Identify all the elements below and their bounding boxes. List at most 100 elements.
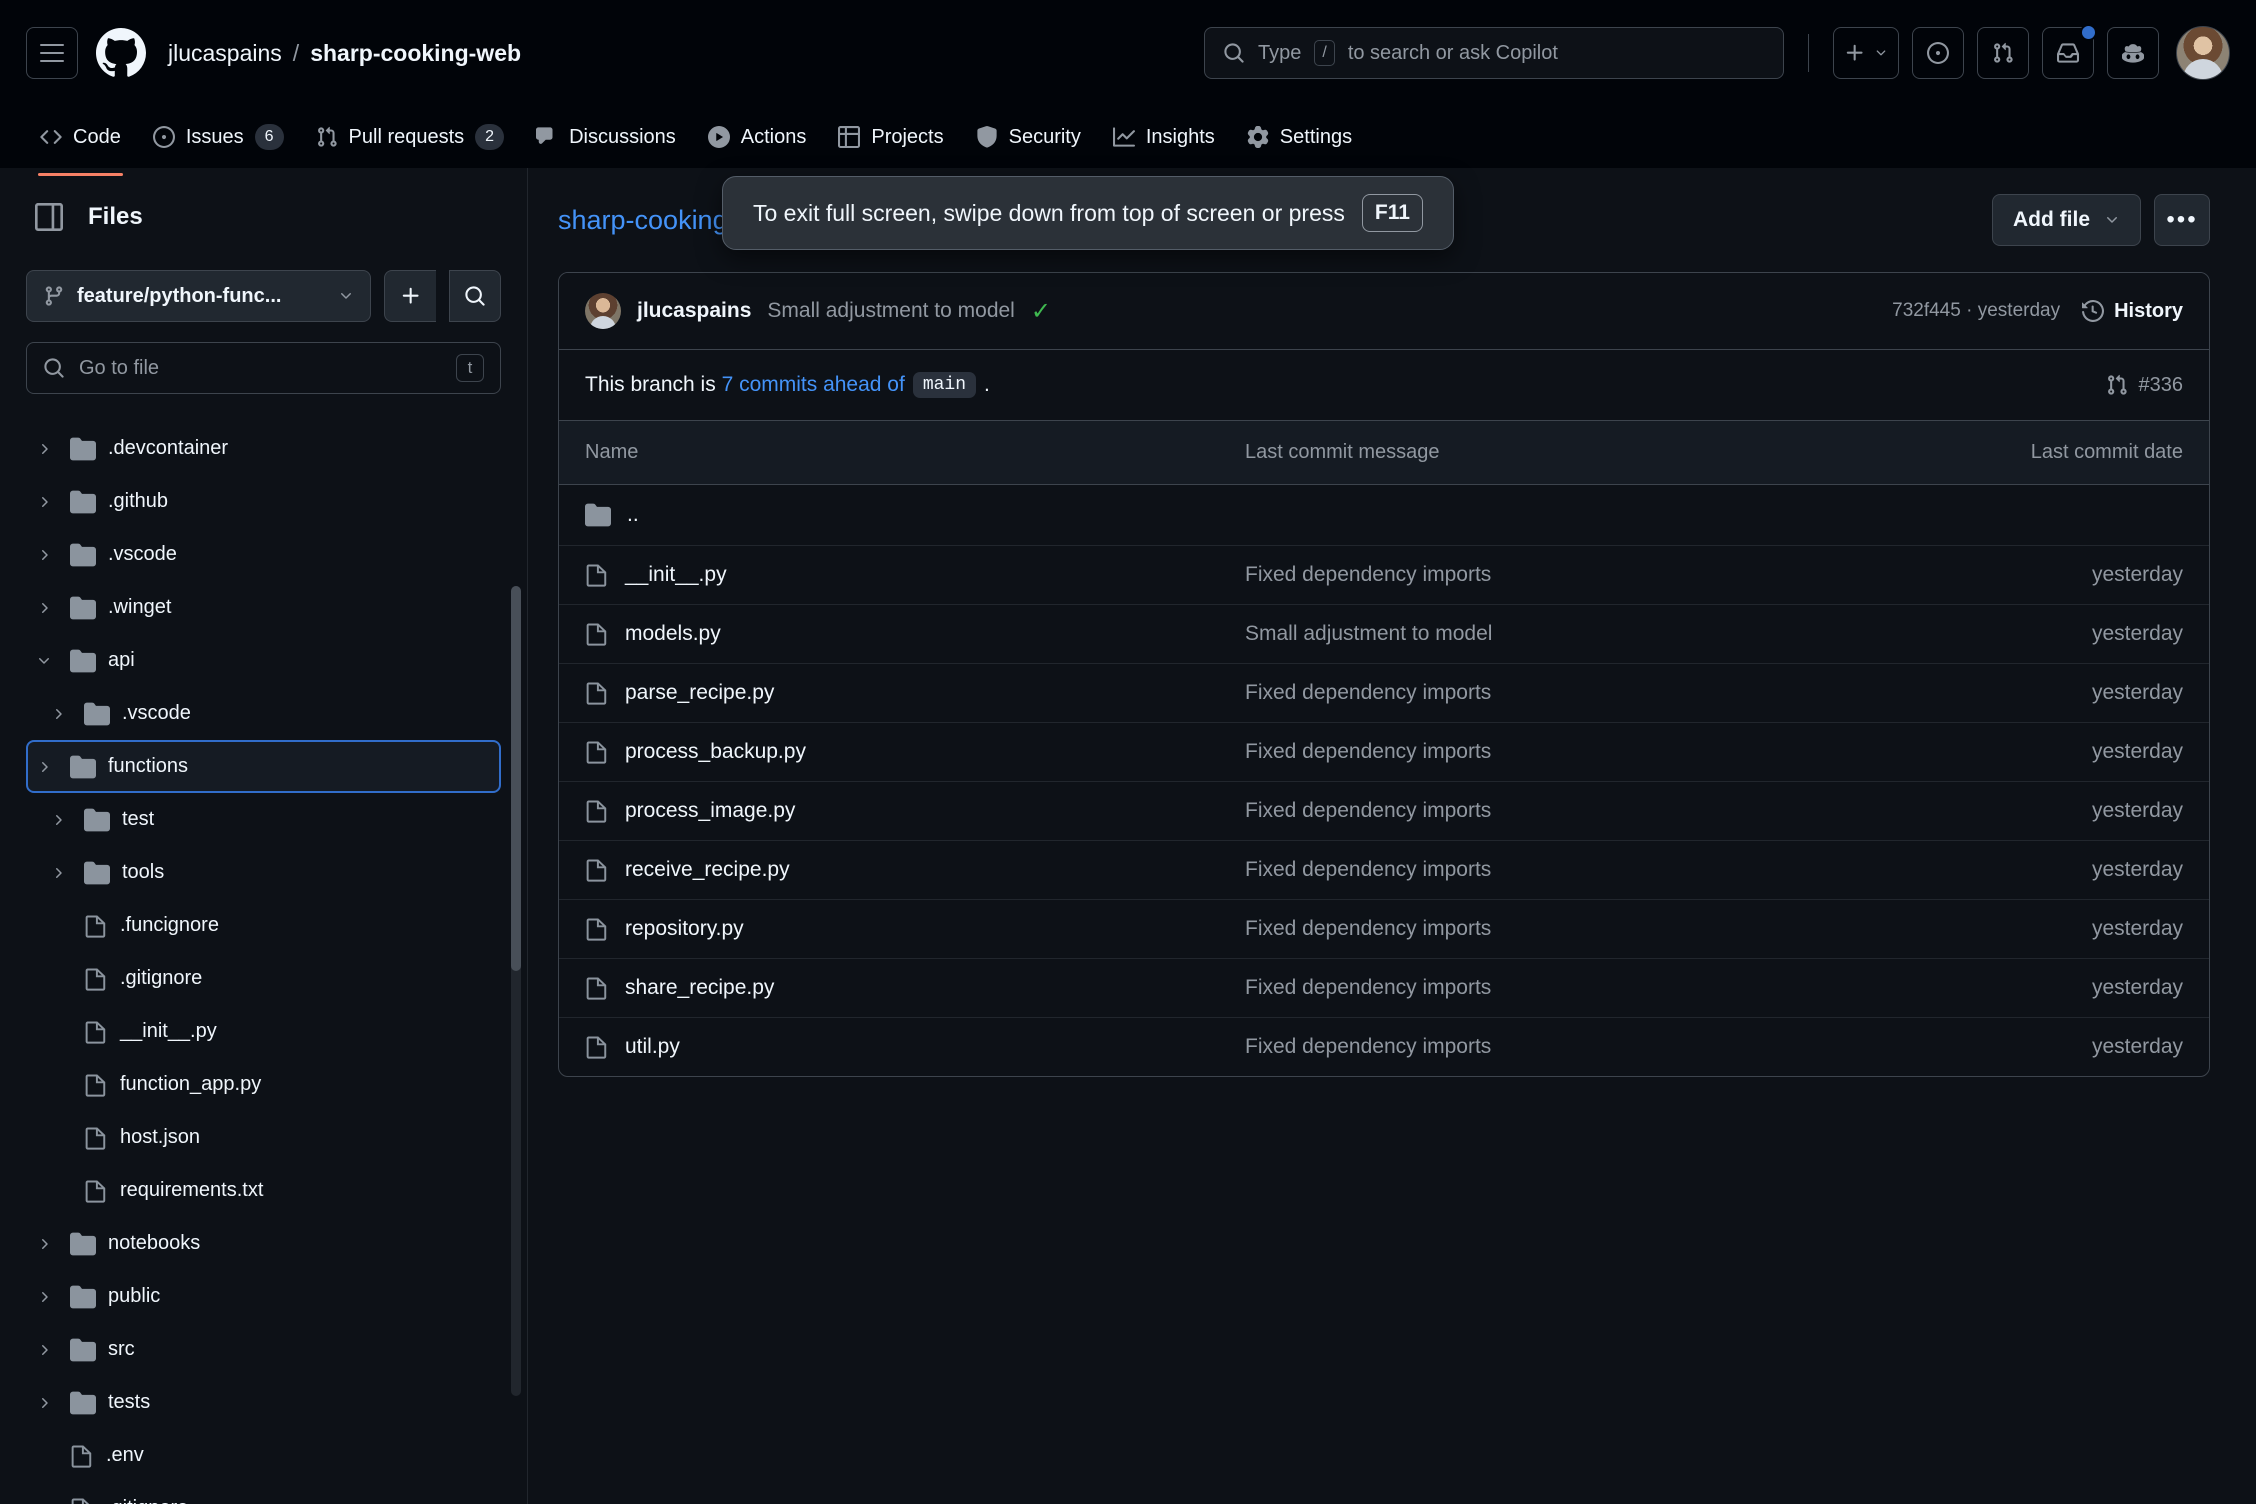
chevron-right-icon[interactable] <box>36 1236 58 1252</box>
tree-folder--github[interactable]: .github <box>26 475 501 528</box>
history-button[interactable]: History <box>2082 300 2183 323</box>
tab-actions[interactable]: Actions <box>694 117 821 158</box>
tree-folder-api[interactable]: api <box>26 634 501 687</box>
base-branch-chip[interactable]: main <box>912 372 977 398</box>
commit-author-avatar[interactable] <box>585 293 621 329</box>
parent-directory-link[interactable]: .. <box>627 503 639 527</box>
table-row[interactable]: util.py Fixed dependency imports yesterday <box>559 1018 2209 1077</box>
commit-message-cell[interactable]: Fixed dependency imports <box>1219 840 1979 900</box>
commit-message-cell[interactable]: Fixed dependency imports <box>1219 899 1979 959</box>
commit-message-cell[interactable]: Fixed dependency imports <box>1219 1018 1979 1077</box>
tab-discussions[interactable]: Discussions <box>522 117 690 158</box>
file-link[interactable]: repository.py <box>625 917 744 941</box>
github-logo-icon[interactable] <box>96 28 146 78</box>
create-new-button[interactable] <box>1833 27 1899 79</box>
more-options-button[interactable]: ••• <box>2154 194 2210 246</box>
table-row[interactable]: parse_recipe.py Fixed dependency imports y… <box>559 663 2209 723</box>
commits-ahead-link[interactable]: 7 commits ahead of <box>722 373 905 397</box>
table-row[interactable]: share_recipe.py Fixed dependency imports y… <box>559 958 2209 1018</box>
commit-message-cell[interactable]: Fixed dependency imports <box>1219 663 1979 723</box>
tab-security[interactable]: Security <box>962 117 1095 158</box>
tab-code[interactable]: Code <box>26 117 135 176</box>
sidebar-scrollbar-thumb[interactable] <box>511 586 521 971</box>
tree-folder-src[interactable]: src <box>26 1323 501 1376</box>
chevron-right-icon[interactable] <box>50 812 72 828</box>
file-link[interactable]: __init__.py <box>625 563 727 587</box>
check-success-icon[interactable]: ✓ <box>1031 297 1051 326</box>
commit-message-cell[interactable]: Small adjustment to model <box>1219 604 1979 664</box>
column-header-date[interactable]: Last commit date <box>1979 421 2209 485</box>
table-row[interactable]: receive_recipe.py Fixed dependency import… <box>559 840 2209 900</box>
chevron-right-icon[interactable] <box>36 494 58 510</box>
tree-folder-tools[interactable]: tools <box>26 846 501 899</box>
tree-folder-notebooks[interactable]: notebooks <box>26 1217 501 1270</box>
tree-file-requirements-txt[interactable]: requirements.txt <box>26 1164 501 1217</box>
file-link[interactable]: process_image.py <box>625 799 795 823</box>
table-row[interactable]: process_backup.py Fixed dependency import… <box>559 722 2209 782</box>
chevron-right-icon[interactable] <box>36 1395 58 1411</box>
chevron-right-icon[interactable] <box>36 600 58 616</box>
search-files-button[interactable] <box>449 270 501 322</box>
commit-message[interactable]: Small adjustment to model <box>767 299 1014 323</box>
tree-folder--vscode[interactable]: .vscode <box>26 528 501 581</box>
commit-author-name[interactable]: jlucaspains <box>637 299 751 323</box>
commit-message-cell[interactable]: Fixed dependency imports <box>1219 722 1979 782</box>
hamburger-icon[interactable] <box>26 27 78 79</box>
tree-file--init-py[interactable]: __init__.py <box>26 1005 501 1058</box>
tree-folder--winget[interactable]: .winget <box>26 581 501 634</box>
file-link[interactable]: parse_recipe.py <box>625 681 774 705</box>
chevron-right-icon[interactable] <box>36 441 58 457</box>
tree-folder-functions[interactable]: functions <box>26 740 501 793</box>
tree-file--gitignore[interactable]: .gitignore <box>26 952 501 1005</box>
table-row[interactable]: __init__.py Fixed dependency imports yeste… <box>559 545 2209 605</box>
tree-folder-test[interactable]: test <box>26 793 501 846</box>
add-file-button[interactable]: Add file <box>1992 194 2141 246</box>
sidebar-scrollbar[interactable] <box>511 586 521 1396</box>
pull-requests-button[interactable] <box>1977 27 2029 79</box>
table-row[interactable]: .. <box>559 484 2209 546</box>
commit-message-cell[interactable]: Fixed dependency imports <box>1219 781 1979 841</box>
tree-file-host-json[interactable]: host.json <box>26 1111 501 1164</box>
notifications-button[interactable] <box>2042 24 2097 79</box>
file-link[interactable]: models.py <box>625 622 721 646</box>
repo-link[interactable]: sharp-cooking-web <box>310 40 521 67</box>
tree-file-function-app-py[interactable]: function_app.py <box>26 1058 501 1111</box>
column-header-message[interactable]: Last commit message <box>1219 421 1979 485</box>
file-link[interactable]: share_recipe.py <box>625 976 774 1000</box>
file-link[interactable]: receive_recipe.py <box>625 858 790 882</box>
table-row[interactable]: models.py Small adjustment to model yester… <box>559 604 2209 664</box>
pull-request-link[interactable]: #336 <box>2106 374 2183 397</box>
sidebar-collapse-icon[interactable] <box>26 194 72 240</box>
file-link[interactable]: process_backup.py <box>625 740 806 764</box>
table-row[interactable]: repository.py Fixed dependency imports yes… <box>559 899 2209 959</box>
commit-sha[interactable]: 732f445 <box>1892 300 1961 321</box>
chevron-right-icon[interactable] <box>36 1289 58 1305</box>
chevron-right-icon[interactable] <box>36 759 58 775</box>
user-avatar[interactable] <box>2176 26 2230 80</box>
go-to-file-input[interactable]: Go to file t <box>26 342 501 394</box>
chevron-right-icon[interactable] <box>36 547 58 563</box>
tree-folder-public[interactable]: public <box>26 1270 501 1323</box>
commit-message-cell[interactable]: Fixed dependency imports <box>1219 958 1979 1018</box>
tree-folder--devcontainer[interactable]: .devcontainer <box>26 422 501 475</box>
table-row[interactable]: process_image.py Fixed dependency imports… <box>559 781 2209 841</box>
column-header-name[interactable]: Name <box>559 421 1219 485</box>
search-input[interactable]: Type / to search or ask Copilot <box>1204 27 1784 79</box>
chevron-down-icon[interactable] <box>36 653 58 669</box>
tree-file--env[interactable]: .env <box>26 1429 501 1482</box>
chevron-right-icon[interactable] <box>50 706 72 722</box>
branch-selector[interactable]: feature/python-func... <box>26 270 371 322</box>
tree-folder-tests[interactable]: tests <box>26 1376 501 1429</box>
tree-folder--vscode[interactable]: .vscode <box>26 687 501 740</box>
tab-settings[interactable]: Settings <box>1233 117 1366 158</box>
owner-link[interactable]: jlucaspains <box>168 40 282 67</box>
chevron-right-icon[interactable] <box>50 865 72 881</box>
chevron-right-icon[interactable] <box>36 1342 58 1358</box>
tree-file--gitignore[interactable]: .gitignore <box>26 1482 501 1504</box>
tab-issues[interactable]: Issues 6 <box>139 115 298 159</box>
tab-pull-requests[interactable]: Pull requests 2 <box>302 115 519 159</box>
add-file-sidebar-button[interactable] <box>384 270 436 322</box>
copilot-button[interactable] <box>2107 27 2159 79</box>
issues-button[interactable] <box>1912 27 1964 79</box>
tree-file--funcignore[interactable]: .funcignore <box>26 899 501 952</box>
